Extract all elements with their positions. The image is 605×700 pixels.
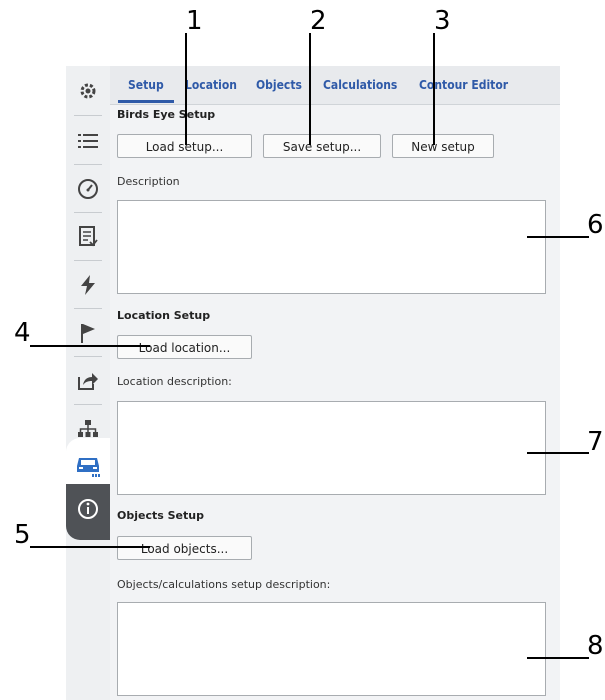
car-icon[interactable] bbox=[66, 442, 110, 488]
gear-icon[interactable] bbox=[66, 68, 110, 114]
birds-eye-setup-title: Birds Eye Setup bbox=[117, 108, 216, 121]
objects-description-label: Objects/calculations setup description: bbox=[117, 578, 331, 591]
side-rail bbox=[66, 66, 111, 700]
location-description-label: Location description: bbox=[117, 375, 232, 388]
objects-description-textarea[interactable] bbox=[117, 602, 546, 696]
callout-8: 8 bbox=[587, 631, 604, 661]
callout-5: 5 bbox=[14, 520, 31, 550]
location-setup-title: Location Setup bbox=[117, 309, 211, 322]
objects-setup-title: Objects Setup bbox=[117, 509, 204, 522]
callout-1-line bbox=[185, 33, 187, 145]
callout-4-line bbox=[30, 345, 150, 347]
flag-icon[interactable] bbox=[66, 310, 110, 356]
save-setup-button[interactable]: Save setup... bbox=[263, 134, 381, 158]
callout-2: 2 bbox=[310, 6, 327, 36]
new-setup-button[interactable]: New setup bbox=[392, 134, 494, 158]
description-label: Description bbox=[117, 175, 180, 188]
description-textarea[interactable] bbox=[117, 200, 546, 294]
tab-calculations[interactable]: Calculations bbox=[323, 78, 397, 92]
tab-setup[interactable]: Setup bbox=[128, 78, 164, 92]
report-icon[interactable] bbox=[66, 214, 110, 260]
callout-7-line bbox=[527, 452, 589, 454]
lightning-icon[interactable] bbox=[66, 262, 110, 308]
callout-6-line bbox=[527, 236, 589, 238]
location-description-textarea[interactable] bbox=[117, 401, 546, 495]
callout-2-line bbox=[309, 33, 311, 145]
load-location-button[interactable]: Load location... bbox=[117, 335, 252, 359]
gauge-icon[interactable] bbox=[66, 166, 110, 212]
callout-4: 4 bbox=[14, 318, 31, 348]
info-icon[interactable] bbox=[66, 486, 110, 532]
callout-3-line bbox=[433, 33, 435, 145]
tab-location[interactable]: Location bbox=[185, 78, 237, 92]
callout-3: 3 bbox=[434, 6, 451, 36]
callout-1: 1 bbox=[186, 6, 203, 36]
export-icon[interactable] bbox=[66, 358, 110, 404]
callout-8-line bbox=[527, 657, 589, 659]
list-icon[interactable] bbox=[66, 118, 110, 164]
load-objects-button[interactable]: Load objects... bbox=[117, 536, 252, 560]
callout-6: 6 bbox=[587, 210, 604, 240]
callout-7: 7 bbox=[587, 427, 604, 457]
active-tab-indicator bbox=[118, 100, 174, 103]
tab-objects[interactable]: Objects bbox=[256, 78, 302, 92]
callout-5-line bbox=[30, 546, 150, 548]
